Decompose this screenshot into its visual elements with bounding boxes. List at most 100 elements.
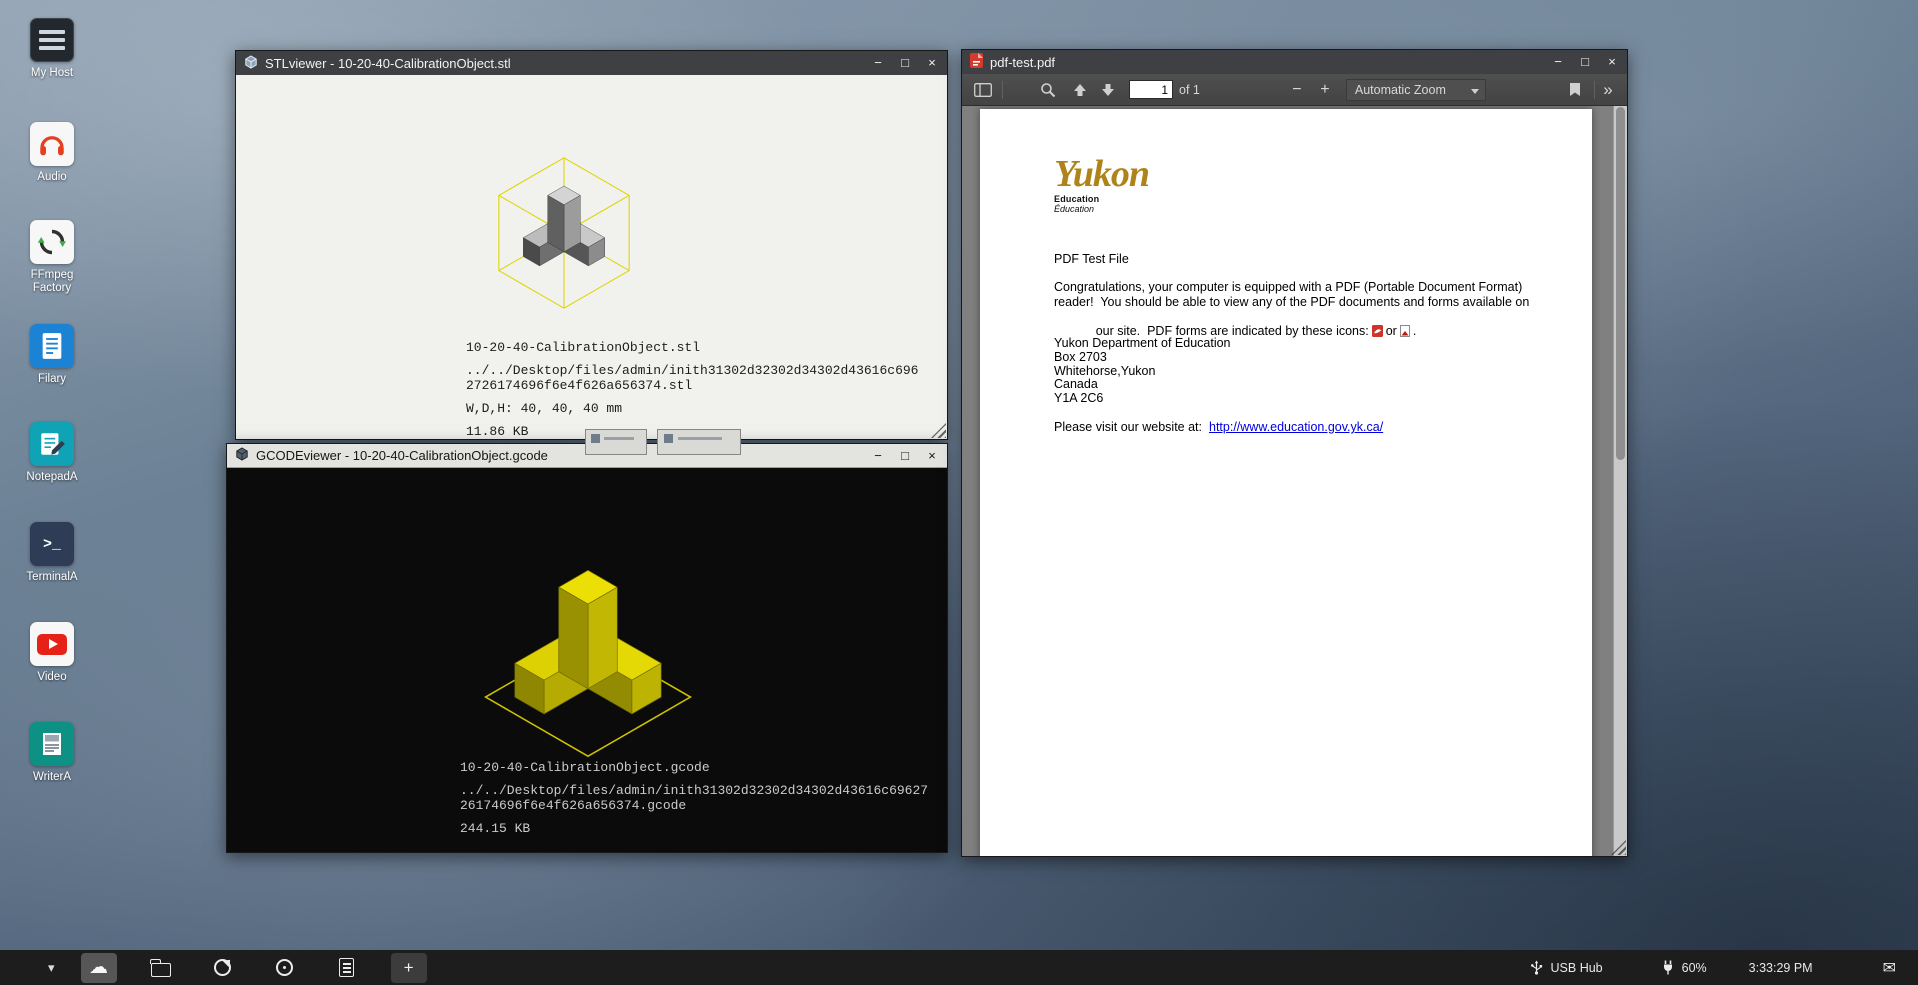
pdf-form-icon: [1400, 325, 1410, 341]
desktop-icon-label: FFmpeg Factory: [19, 269, 85, 295]
writer-document-icon: [30, 722, 74, 766]
desktop-icon-video[interactable]: Video: [10, 622, 94, 684]
close-button[interactable]: ×: [925, 449, 939, 463]
terminal-icon: >_: [30, 522, 74, 566]
stl-filepath: 2726174696f6e4f626a656374.stl: [466, 378, 918, 393]
power-plug-icon: [1661, 960, 1675, 975]
desktop-icon-ffmpeg-factory[interactable]: FFmpeg Factory: [10, 220, 94, 295]
desktop-icon-filary[interactable]: Filary: [10, 324, 94, 386]
gcode-filesize: 244.15 KB: [460, 821, 928, 836]
play-button-icon: [30, 622, 74, 666]
clock: 3:33:29 PM: [1749, 961, 1813, 975]
desktop-icon-writera[interactable]: WriterA: [10, 722, 94, 784]
sidebar-toggle-button[interactable]: [970, 78, 996, 102]
window-title: STLviewer - 10-20-40-CalibrationObject.s…: [265, 56, 511, 71]
desktop-icon-terminala[interactable]: >_ TerminalA: [10, 522, 94, 584]
yukon-logo-wordmark: Yukon: [1054, 157, 1149, 191]
next-page-button[interactable]: [1095, 78, 1121, 102]
taskbar: ▾ ☁ +: [0, 950, 1918, 985]
zoom-select[interactable]: Automatic Zoom: [1346, 79, 1486, 101]
search-button[interactable]: [1035, 78, 1061, 102]
desktop-icon-label: WriterA: [19, 771, 85, 784]
minimize-button[interactable]: −: [1551, 55, 1565, 69]
pdf-page: Yukon Education Éducation PDF Test File …: [980, 109, 1592, 856]
taskbar-item-gcodeviewer[interactable]: [267, 953, 303, 983]
pdf-app-icon: [970, 53, 983, 71]
resize-grip[interactable]: [931, 423, 946, 438]
circular-app-icon: [276, 959, 293, 976]
scrollbar-thumb[interactable]: [1616, 107, 1625, 460]
minimize-button[interactable]: −: [871, 449, 885, 463]
stl-app-icon: [244, 55, 258, 72]
toolbar-separator: [1002, 81, 1003, 99]
desktop: My Host Audio FFmpeg Factory: [0, 0, 1918, 985]
pdf-document-heading: PDF Test File: [1054, 252, 1129, 266]
website-link[interactable]: http://www.education.gov.yk.ca/: [1209, 420, 1383, 434]
document-page-icon: [339, 958, 354, 977]
desktop-icon-my-host[interactable]: My Host: [10, 18, 94, 80]
taskbar-item-host[interactable]: ☁: [81, 953, 117, 983]
zoom-out-button[interactable]: −: [1284, 78, 1310, 102]
document-icon: [30, 324, 74, 368]
desktop-icon-label: Filary: [19, 373, 85, 386]
taskbar-item-stlviewer[interactable]: [205, 953, 241, 983]
battery-status[interactable]: 60%: [1661, 960, 1707, 975]
usb-hub-status[interactable]: USB Hub: [1529, 960, 1603, 975]
chevron-down-icon: [1471, 89, 1479, 94]
stl-viewport[interactable]: 10-20-40-CalibrationObject.stl ../../Des…: [236, 75, 947, 439]
bookmark-button[interactable]: [1562, 78, 1588, 102]
usb-icon: [1529, 960, 1544, 975]
maximize-button[interactable]: □: [1578, 55, 1592, 69]
gcode-filepath: 26174696f6e4f626a656374.gcode: [460, 798, 928, 813]
gcode-viewer-window: GCODEviewer - 10-20-40-CalibrationObject…: [226, 443, 948, 853]
zoom-select-value: Automatic Zoom: [1355, 83, 1446, 97]
envelope-icon[interactable]: ✉: [1883, 958, 1896, 978]
stl-dimensions: W,D,H: 40, 40, 40 mm: [466, 401, 918, 416]
gcode-3d-model: [458, 548, 718, 772]
circular-app-icon: [214, 959, 231, 976]
cloud-icon: ☁: [89, 958, 108, 977]
acrobat-pdf-icon: [1372, 325, 1383, 341]
pdf-viewer-window: pdf-test.pdf − □ × of 1 − +: [961, 49, 1628, 857]
notepad-pencil-icon: [30, 422, 74, 466]
stl-viewer-window: STLviewer - 10-20-40-CalibrationObject.s…: [235, 50, 948, 440]
battery-label: 60%: [1682, 961, 1707, 975]
more-tools-button[interactable]: »: [1595, 78, 1621, 102]
circular-arrows-icon: [30, 220, 74, 264]
minimize-button[interactable]: −: [871, 56, 885, 70]
pdf-window-titlebar[interactable]: pdf-test.pdf − □ ×: [962, 50, 1627, 74]
folder-icon: [151, 963, 171, 977]
desktop-icon-label: My Host: [19, 67, 85, 80]
desktop-icon-label: Video: [19, 671, 85, 684]
taskbar-collapse-button[interactable]: ▾: [48, 960, 55, 976]
page-number-input[interactable]: [1129, 80, 1173, 99]
yukon-logo: Yukon Education Éducation: [1054, 157, 1149, 214]
desktop-icon-notepada[interactable]: NotepadA: [10, 422, 94, 484]
taskbar-item-pdf[interactable]: [329, 953, 365, 983]
desktop-icon-label: Audio: [19, 171, 85, 184]
headphones-icon: [30, 122, 74, 166]
pdf-toolbar: of 1 − + Automatic Zoom »: [962, 74, 1627, 106]
zoom-in-button[interactable]: +: [1312, 78, 1338, 102]
close-button[interactable]: ×: [1605, 55, 1619, 69]
pdf-scrollbar[interactable]: [1613, 106, 1627, 856]
usb-hub-label: USB Hub: [1551, 961, 1603, 975]
gcode-app-icon: [235, 447, 249, 464]
gcode-viewport[interactable]: 10-20-40-CalibrationObject.gcode ../../D…: [227, 468, 947, 852]
pdf-content-area: Yukon Education Éducation PDF Test File …: [962, 106, 1627, 856]
page-count-label: of 1: [1179, 83, 1200, 97]
taskbar-item-files[interactable]: [143, 953, 179, 983]
desktop-icon-label: TerminalA: [19, 571, 85, 584]
stl-window-titlebar[interactable]: STLviewer - 10-20-40-CalibrationObject.s…: [236, 51, 947, 75]
gcode-filename: 10-20-40-CalibrationObject.gcode: [460, 760, 928, 775]
previous-page-button[interactable]: [1067, 78, 1093, 102]
desktop-icon-audio[interactable]: Audio: [10, 122, 94, 184]
pdf-address-block: Yukon Department of Education Box 2703 W…: [1054, 337, 1231, 406]
window-title: GCODEviewer - 10-20-40-CalibrationObject…: [256, 448, 548, 463]
background-window-fragment: [585, 429, 647, 455]
background-window-fragment: [657, 429, 741, 455]
maximize-button[interactable]: □: [898, 449, 912, 463]
maximize-button[interactable]: □: [898, 56, 912, 70]
close-button[interactable]: ×: [925, 56, 939, 70]
new-window-button[interactable]: +: [391, 953, 427, 983]
